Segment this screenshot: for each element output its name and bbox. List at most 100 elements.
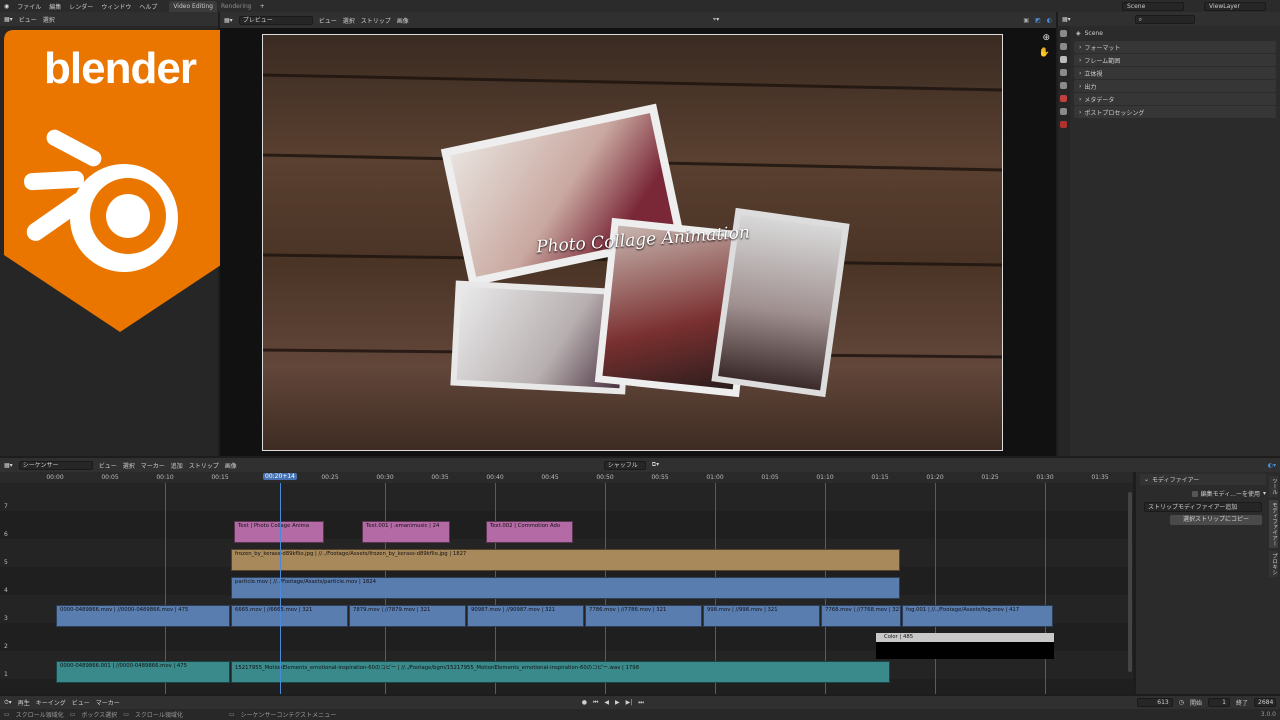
add-strip-modifier-select[interactable]: ストリップモディファイアー追加 bbox=[1144, 502, 1262, 512]
movie-strip[interactable]: 7768.mov | //7768.mov | 321 bbox=[821, 605, 901, 627]
sequencer-editor-icon[interactable]: ▦▾ bbox=[4, 462, 13, 469]
seq-menu-view[interactable]: ビュー bbox=[99, 461, 117, 470]
side-tab-modifier[interactable]: モディファイアー bbox=[1269, 499, 1278, 548]
current-frame-field[interactable]: 613 bbox=[1136, 698, 1173, 707]
playhead-line[interactable] bbox=[280, 483, 281, 694]
dropdown-icon[interactable]: ▾ bbox=[1263, 490, 1266, 497]
text-strip[interactable]: Text.001 | .emanimusic | 24 bbox=[362, 521, 450, 543]
use-modifier-checkbox[interactable] bbox=[1191, 490, 1198, 497]
modifier-header[interactable]: ⌄ モディファイアー bbox=[1140, 474, 1266, 485]
scene-selector[interactable]: Scene bbox=[1122, 1, 1184, 11]
seq-menu-strip[interactable]: ストリップ bbox=[189, 461, 219, 470]
movie-strip[interactable]: 998.mov | //998.mov | 321 bbox=[703, 605, 820, 627]
clock-icon[interactable]: ◷ bbox=[1179, 699, 1184, 706]
gizmo-icon[interactable]: ▣ bbox=[1023, 17, 1029, 24]
preview-menu-view[interactable]: ビュー bbox=[319, 16, 337, 25]
view-layer-tab-icon[interactable] bbox=[1060, 69, 1067, 76]
menu-playback[interactable]: 再生 bbox=[18, 698, 30, 707]
preview-canvas[interactable]: Photo Collage Animation bbox=[262, 34, 1003, 451]
viewlayer-selector[interactable]: ViewLayer bbox=[1204, 1, 1266, 11]
side-tab-proxy[interactable]: プロキシ bbox=[1269, 550, 1278, 577]
text-strip[interactable]: Text | Photo Collage Anima bbox=[234, 521, 324, 543]
menu-help[interactable]: ヘルプ bbox=[135, 2, 161, 11]
menu-window[interactable]: ウィンドウ bbox=[97, 2, 135, 11]
pan-hand-icon[interactable]: ✋ bbox=[1039, 48, 1050, 58]
sound-strip[interactable]: 0000-0489866.001 | //0000-0489866.mov | … bbox=[56, 661, 230, 683]
add-workspace-button[interactable]: + bbox=[256, 3, 269, 10]
jump-end-icon[interactable]: ⏭ bbox=[638, 699, 643, 707]
display-icon[interactable]: ◐ bbox=[1047, 17, 1052, 24]
image-strip[interactable]: frozen_by_kerass-d89kflio.jpg | //../Foo… bbox=[231, 549, 900, 571]
time-ruler[interactable]: 00:00 00:05 00:10 00:15 00:25 00:30 00:3… bbox=[0, 472, 1133, 483]
panel-metadata[interactable]: › メタデータ bbox=[1074, 93, 1276, 105]
preview-editor-icon[interactable]: ▦▾ bbox=[224, 17, 233, 24]
editor-type-icon[interactable]: ⏱▾ bbox=[4, 699, 12, 707]
snap-icon[interactable]: ⧉▾ bbox=[652, 461, 659, 469]
tab-video-editing[interactable]: Video Editing bbox=[169, 0, 217, 12]
blender-menu-icon[interactable]: ◉ bbox=[0, 3, 13, 10]
sequencer-mode-select[interactable]: シーケンサー bbox=[18, 460, 93, 470]
end-frame-field[interactable]: 2684 bbox=[1254, 698, 1276, 707]
snap-mode-select[interactable]: シャッフル bbox=[603, 460, 646, 470]
preview-menu-strip[interactable]: ストリップ bbox=[361, 16, 391, 25]
properties-editor-icon[interactable]: ▦▾ bbox=[1062, 16, 1071, 23]
tool-tab-icon[interactable] bbox=[1060, 30, 1067, 37]
movie-strip[interactable]: 90987.mov | //90987.mov | 321 bbox=[467, 605, 584, 627]
render-tab-icon[interactable] bbox=[1060, 43, 1067, 50]
start-frame-field[interactable]: 1 bbox=[1207, 698, 1230, 707]
menu-keying[interactable]: キーイング bbox=[36, 698, 66, 707]
movie-strip[interactable]: 7786.mov | //7786.mov | 321 bbox=[585, 605, 702, 627]
step-back-icon[interactable]: ◀ bbox=[604, 699, 609, 706]
panel-post-processing[interactable]: › ポストプロセッシング bbox=[1074, 106, 1276, 118]
seq-overlay-icon[interactable]: ◐▾ bbox=[1268, 462, 1276, 469]
step-forward-icon[interactable]: ▶| bbox=[626, 699, 633, 706]
playhead-label[interactable]: 00:20+14 bbox=[263, 473, 297, 480]
start-frame-label: 開始 bbox=[1189, 700, 1202, 707]
jump-start-icon[interactable]: ⏮ bbox=[593, 699, 598, 707]
menu-marker[interactable]: マーカー bbox=[96, 698, 120, 707]
preview-mode-select[interactable]: プレビュー bbox=[238, 15, 313, 25]
seq-menu-marker[interactable]: マーカー bbox=[141, 461, 165, 470]
timeline[interactable]: 00:00 00:05 00:10 00:15 00:25 00:30 00:3… bbox=[0, 472, 1133, 694]
movie-strip[interactable]: 7879.mov | //7879.mov | 321 bbox=[349, 605, 466, 627]
tick-label: 00:00 bbox=[46, 474, 64, 481]
menu-edit[interactable]: 編集 bbox=[45, 2, 65, 11]
menu-render[interactable]: レンダー bbox=[65, 2, 97, 11]
sound-strip[interactable]: 15217955_MotionElements_emotional-inspir… bbox=[231, 661, 890, 683]
play-icon[interactable]: ▶ bbox=[615, 699, 620, 706]
world-tab-icon[interactable] bbox=[1060, 95, 1067, 102]
left-menu-view[interactable]: ビュー bbox=[19, 15, 37, 24]
copy-to-selected-button[interactable]: 選択ストリップにコピー bbox=[1170, 515, 1262, 525]
scene-tab-icon[interactable] bbox=[1060, 82, 1067, 89]
overlay-icon[interactable]: ◩ bbox=[1035, 17, 1041, 24]
editor-type-icon[interactable]: ▦▾ bbox=[4, 16, 13, 23]
panel-output[interactable]: › 出力 bbox=[1074, 80, 1276, 92]
panel-frame-range[interactable]: › フレーム範囲 bbox=[1074, 54, 1276, 66]
timeline-scrollbar[interactable] bbox=[1128, 492, 1132, 672]
movie-strip[interactable]: 0000-0489866.mov | //0000-0489866.mov | … bbox=[56, 605, 230, 627]
record-icon[interactable]: ● bbox=[582, 699, 587, 706]
side-tab-tool[interactable]: ツール bbox=[1269, 476, 1278, 497]
movie-strip[interactable]: 6665.mov | //6665.mov | 321 bbox=[231, 605, 348, 627]
preview-menu-image[interactable]: 画像 bbox=[397, 16, 409, 25]
texture-tab-icon[interactable] bbox=[1060, 121, 1067, 128]
movie-strip[interactable]: fog.001 | //../Footage/Assets/fog.mov | … bbox=[902, 605, 1053, 627]
seq-menu-select[interactable]: 選択 bbox=[123, 461, 135, 470]
properties-search[interactable]: ⌕ bbox=[1134, 14, 1195, 24]
text-strip[interactable]: Text.002 | Commotion Ado bbox=[486, 521, 573, 543]
menu-file[interactable]: ファイル bbox=[13, 2, 45, 11]
menu-view[interactable]: ビュー bbox=[72, 698, 90, 707]
pivot-icon[interactable]: ⌖▾ bbox=[713, 16, 719, 24]
tab-rendering[interactable]: Rendering bbox=[217, 3, 256, 10]
panel-stereoscopy[interactable]: › 立体視 bbox=[1074, 67, 1276, 79]
panel-format[interactable]: › フォーマット bbox=[1074, 41, 1276, 53]
left-menu-select[interactable]: 選択 bbox=[43, 15, 55, 24]
seq-menu-add[interactable]: 追加 bbox=[171, 461, 183, 470]
movie-strip[interactable]: particle.mov | //../Footage/Assets/parti… bbox=[231, 577, 900, 599]
preview-menu-select[interactable]: 選択 bbox=[343, 16, 355, 25]
seq-menu-image[interactable]: 画像 bbox=[225, 461, 237, 470]
output-tab-icon[interactable] bbox=[1060, 56, 1067, 63]
collection-tab-icon[interactable] bbox=[1060, 108, 1067, 115]
color-strip[interactable]: Color | 485 bbox=[876, 633, 1054, 659]
zoom-icon[interactable]: ⊕ bbox=[1042, 33, 1050, 43]
